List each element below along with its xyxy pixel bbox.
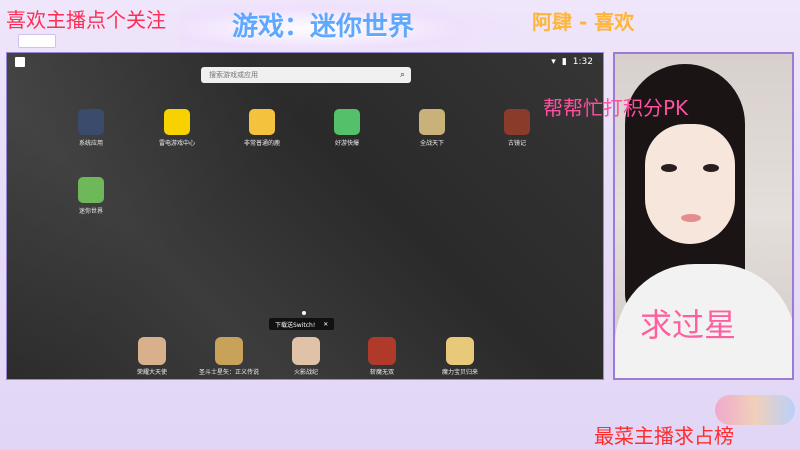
zhanmo-icon xyxy=(368,337,396,365)
app-gujingji[interactable]: 古镜记 xyxy=(487,109,547,147)
naruto-icon xyxy=(292,337,320,365)
battery-icon: ▮ xyxy=(561,57,567,67)
dock-app-1[interactable]: 荣耀大天使 xyxy=(117,337,187,376)
emulator-screen: ▾ ▮ 1:32 ⌕ 系统应用 雷电游戏中心 非常普通的鹿 好游快爆 全战天下 xyxy=(7,53,603,379)
mini-world-icon xyxy=(78,177,104,203)
left-eye xyxy=(661,164,677,172)
app-quanzhan[interactable]: 全战天下 xyxy=(402,109,462,147)
dock-app-3[interactable]: 火影战纪 xyxy=(271,337,341,376)
game-title: 游戏：迷你世界 xyxy=(232,12,415,42)
app-deer[interactable]: 非常普通的鹿 xyxy=(232,109,292,147)
dock-app-5[interactable]: 魔力宝贝归来 xyxy=(425,337,495,376)
star-request: 求过星 xyxy=(640,306,737,344)
search-bar[interactable]: ⌕ xyxy=(201,67,411,83)
search-input[interactable] xyxy=(207,70,400,80)
follow-prompt: 喜欢主播点个关注 xyxy=(6,8,166,32)
dock-app-2[interactable]: 圣斗士星矢：正义传说 xyxy=(194,337,264,376)
haoyou-icon xyxy=(334,109,360,135)
deer-game-icon xyxy=(249,109,275,135)
gujingji-icon xyxy=(504,109,530,135)
streamer-face xyxy=(645,124,735,244)
saint-seiya-icon xyxy=(215,337,243,365)
app-system[interactable]: 系统应用 xyxy=(61,109,121,147)
clock: 1:32 xyxy=(572,57,593,67)
app-mini-world[interactable]: 迷你世界 xyxy=(61,177,121,215)
decor-badge xyxy=(18,34,56,48)
emulator-window: ▾ ▮ 1:32 ⌕ 系统应用 雷电游戏中心 非常普通的鹿 好游快爆 全战天下 xyxy=(6,52,604,380)
rank-request: 最菜主播求占榜 xyxy=(594,424,734,448)
page-indicator xyxy=(302,311,306,315)
close-icon[interactable]: ✕ xyxy=(323,321,328,328)
right-eye xyxy=(703,164,719,172)
promo-toast[interactable]: 下载送Switch! ✕ xyxy=(269,318,335,330)
gamepad-icon xyxy=(164,109,190,135)
pk-request: 帮帮忙打积分PK xyxy=(543,96,689,120)
wifi-icon: ▾ xyxy=(551,57,556,67)
notification-icon xyxy=(15,57,25,67)
app-haoyou[interactable]: 好游快爆 xyxy=(317,109,377,147)
mole-game-icon xyxy=(446,337,474,365)
quanzhan-icon xyxy=(419,109,445,135)
search-icon[interactable]: ⌕ xyxy=(400,70,405,80)
system-apps-icon xyxy=(78,109,104,135)
status-bar: ▾ ▮ 1:32 xyxy=(551,57,593,67)
thanks-text: 阿肆 - 喜欢 xyxy=(532,10,635,34)
app-game-center[interactable]: 雷电游戏中心 xyxy=(147,109,207,147)
dock-app-4[interactable]: 斩魔无双 xyxy=(347,337,417,376)
angel-game-icon xyxy=(138,337,166,365)
lips xyxy=(681,214,701,222)
